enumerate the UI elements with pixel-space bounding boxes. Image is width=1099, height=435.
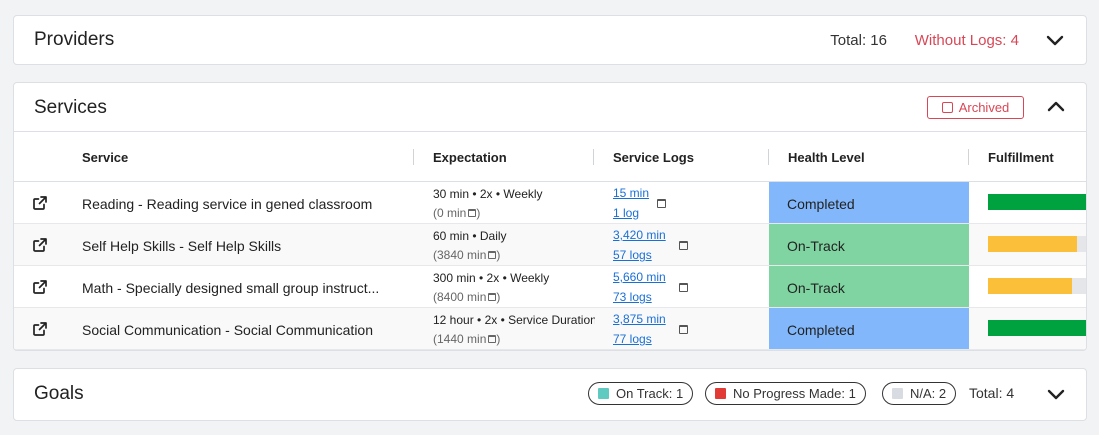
fulfillment-bar-fill [988,194,1086,210]
log-count-link[interactable]: 57 logs [613,248,652,262]
health-level-cell: On-Track [769,266,969,307]
logged-minutes-link[interactable]: 5,660 min [613,270,666,284]
services-table: Service Expectation Service Logs Health … [14,131,1086,350]
expectation-total-value: (1440 min [433,332,487,346]
archived-label: Archived [958,100,1010,115]
pill-label: On Track: 1 [616,386,684,401]
logged-minutes-link[interactable]: 3,875 min [613,312,666,326]
expectation: 12 hour • 2x • Service Duration [433,313,595,327]
fulfillment-bar [988,236,1086,252]
checkbox-icon [941,102,953,113]
status-swatch [892,388,903,399]
column-header-fulfillment[interactable]: Fulfillment [988,150,1054,165]
column-header-service[interactable]: Service [82,150,128,165]
providers-title: Providers [34,29,115,50]
table-header: Service Expectation Service Logs Health … [14,132,1086,182]
calendar-icon[interactable] [657,199,666,208]
table-row[interactable]: Social Communication - Social Communicat… [14,308,1086,350]
column-divider[interactable] [413,149,414,165]
pill-label: No Progress Made: 1 [733,386,856,401]
table-row[interactable]: Reading - Reading service in gened class… [14,182,1086,224]
expectation: 60 min • Daily [433,229,507,243]
service-name: Math - Specially designed small group in… [82,280,380,296]
log-count-link[interactable]: 1 log [613,206,639,220]
table-row[interactable]: Self Help Skills - Self Help Skills 60 m… [14,224,1086,266]
pill-label: N/A: 2 [910,386,947,401]
fulfillment-bar-fill [988,236,1077,252]
goals-total: Total: 4 [969,385,1015,401]
goals-title: Goals [34,383,84,404]
health-level-cell: Completed [769,308,969,349]
logged-minutes-link[interactable]: 15 min [613,186,649,200]
table-row[interactable]: Math - Specially designed small group in… [14,266,1086,308]
external-link-icon[interactable] [32,195,48,211]
fulfillment-bar [988,320,1086,336]
health-level-cell: On-Track [769,224,969,265]
chevron-down-icon[interactable] [1044,383,1068,407]
chevron-up-icon[interactable] [1044,94,1068,118]
expectation: 300 min • 2x • Weekly [433,271,550,285]
fulfillment-bar [988,278,1086,294]
service-name: Self Help Skills - Self Help Skills [82,238,282,254]
service-name: Social Communication - Social Communicat… [82,322,374,338]
expectation-total-value: (0 min [433,206,467,220]
external-link-icon[interactable] [32,237,48,253]
expectation: 30 min • 2x • Weekly [433,187,543,201]
fulfillment-bar [988,194,1086,210]
service-name: Reading - Reading service in gened class… [82,196,373,212]
column-header-service-logs[interactable]: Service Logs [613,150,694,165]
providers-without-logs[interactable]: Without Logs: 4 [915,32,1019,49]
goal-status-pill-no-progress[interactable]: No Progress Made: 1 [705,382,866,405]
log-count-link[interactable]: 77 logs [613,332,652,346]
archived-toggle-button[interactable]: Archived [927,96,1024,119]
expectation-total-value: (8400 min [433,290,487,304]
goal-status-pill-na[interactable]: N/A: 2 [882,382,957,405]
column-divider[interactable] [768,149,769,165]
providers-total: Total: 16 [830,32,887,49]
health-level-cell: Completed [769,182,969,223]
fulfillment-bar-fill [988,278,1072,294]
fulfillment-bar-fill [988,320,1086,336]
expectation-total: (8400 min) [433,290,501,304]
calendar-icon[interactable] [679,283,688,292]
expectation-total-value: (3840 min [433,248,487,262]
calendar-icon [488,251,497,259]
goals-panel: Goals On Track: 1 No Progress Made: 1 N/… [13,368,1087,421]
column-header-health-level[interactable]: Health Level [788,150,865,165]
calendar-icon [488,293,497,301]
external-link-icon[interactable] [32,279,48,295]
services-panel: Services Archived Service Expectation Se… [13,82,1087,351]
column-divider[interactable] [968,149,969,165]
logged-minutes-link[interactable]: 3,420 min [613,228,666,242]
calendar-icon [488,335,497,343]
column-header-expectation[interactable]: Expectation [433,150,507,165]
expectation-total: (0 min) [433,206,481,220]
calendar-icon[interactable] [679,241,688,250]
calendar-icon[interactable] [679,325,688,334]
expectation-total: (1440 min) [433,332,501,346]
status-swatch [598,388,609,399]
expectation-total: (3840 min) [433,248,501,262]
calendar-icon [468,209,477,217]
external-link-icon[interactable] [32,321,48,337]
status-swatch [715,388,726,399]
services-title: Services [34,97,107,118]
chevron-down-icon[interactable] [1043,29,1067,53]
column-divider[interactable] [593,149,594,165]
goal-status-pill-on-track[interactable]: On Track: 1 [588,382,694,405]
providers-panel: Providers Total: 16 Without Logs: 4 [13,15,1087,65]
log-count-link[interactable]: 73 logs [613,290,652,304]
